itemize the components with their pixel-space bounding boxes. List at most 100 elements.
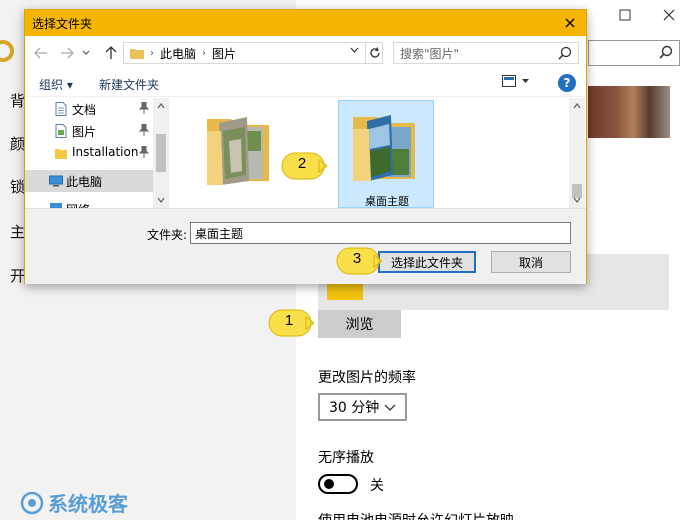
address-row: › 此电脑 › 图片 搜索"图片"	[25, 39, 586, 67]
organize-label: 组织 ▾	[39, 78, 73, 92]
scroll-up-icon	[157, 103, 165, 109]
up-button[interactable]	[101, 43, 121, 63]
pin-icon	[139, 124, 149, 136]
shuffle-toggle[interactable]	[318, 474, 358, 494]
cancel-button[interactable]: 取消	[491, 251, 571, 273]
address-bar[interactable]: › 此电脑 › 图片	[123, 42, 383, 64]
sidebar-item-start[interactable]: 开	[10, 265, 25, 286]
folder-icon	[130, 49, 144, 59]
photo-folder-icon	[353, 115, 415, 181]
arrow-left-icon	[34, 47, 47, 59]
close-icon	[663, 9, 675, 21]
nav-item-label: 网络	[66, 201, 90, 208]
folder-content-pane: 桌面主题	[169, 98, 586, 208]
nav-item-label: 此电脑	[66, 175, 103, 189]
picture-icon	[55, 124, 67, 138]
chevron-down-icon	[522, 78, 529, 83]
dialog-footer: 文件夹: 桌面主题 选择此文件夹 取消	[25, 208, 586, 284]
toggle-knob	[324, 479, 334, 489]
pin-icon	[139, 102, 149, 114]
nav-item-label: 文档	[72, 103, 97, 117]
shuffle-state: 关	[370, 478, 384, 494]
breadcrumb-pictures[interactable]: 图片	[212, 45, 236, 62]
folder-field-input[interactable]: 桌面主题	[190, 222, 571, 244]
folder-field-label: 文件夹:	[147, 228, 188, 242]
arrow-right-icon	[61, 47, 74, 59]
nav-item-network[interactable]: 网络	[25, 198, 169, 208]
view-icon	[502, 75, 516, 87]
content-scrollbar[interactable]	[569, 98, 585, 208]
sidebar-item-lockscreen[interactable]: 锁	[10, 176, 25, 197]
nav-item-pictures[interactable]: 图片	[25, 120, 169, 142]
chevron-down-icon	[350, 47, 358, 53]
album-thumbnail[interactable]	[327, 282, 363, 300]
forward-button[interactable]	[57, 43, 77, 63]
select-folder-button[interactable]: 选择此文件夹	[378, 251, 476, 273]
battery-slideshow-label: 使用电池电源时允许幻灯片放映	[318, 510, 514, 520]
callout-step-2: 2	[279, 151, 328, 181]
window-close-button[interactable]	[646, 0, 692, 30]
folder-field-value: 桌面主题	[195, 226, 244, 241]
nav-item-label: 图片	[72, 125, 97, 139]
nav-item-installation[interactable]: Installation	[25, 142, 169, 164]
chevron-down-icon	[384, 404, 396, 411]
callout-step-1: 1	[266, 308, 315, 338]
dialog-close-button[interactable]	[560, 13, 580, 33]
refresh-button[interactable]	[365, 42, 383, 64]
folder-search-input[interactable]: 搜索"图片"	[393, 42, 579, 64]
nav-item-documents[interactable]: 文档	[25, 98, 169, 120]
folder-icon	[55, 149, 67, 159]
frequency-value: 30 分钟	[329, 400, 380, 416]
computer-icon	[49, 175, 63, 187]
nav-item-label: Installation	[72, 145, 139, 159]
breadcrumb-this-pc[interactable]: 此电脑	[160, 45, 196, 62]
scroll-down-icon	[573, 197, 581, 203]
callout-number: 1	[284, 312, 294, 329]
browse-button[interactable]: 浏览	[318, 310, 401, 338]
pin-icon	[139, 146, 149, 158]
maximize-button[interactable]	[602, 0, 648, 30]
address-dropdown-button[interactable]	[347, 42, 361, 58]
search-icon	[558, 46, 572, 60]
scroll-down-icon	[157, 197, 165, 203]
watermark-text: 系统极客	[48, 492, 128, 516]
frequency-label: 更改图片的频率	[318, 370, 416, 386]
new-folder-label: 新建文件夹	[99, 78, 160, 92]
sidebar-item-background[interactable]: 背	[10, 90, 25, 111]
frequency-select[interactable]: 30 分钟	[318, 393, 407, 421]
navigation-pane: 文档 图片 Installation 此电脑 网络	[25, 98, 169, 208]
folder-tile-desktop-themes[interactable]: 桌面主题	[338, 100, 434, 208]
dialog-title: 选择文件夹	[32, 17, 93, 31]
view-options-button[interactable]	[502, 75, 529, 87]
search-placeholder: 搜索"图片"	[400, 46, 460, 61]
dialog-titlebar[interactable]: 选择文件夹	[25, 10, 586, 36]
maximize-icon	[619, 9, 631, 21]
organize-menu[interactable]: 组织 ▾	[39, 76, 73, 93]
help-button[interactable]: ?	[558, 74, 576, 92]
new-folder-button[interactable]: 新建文件夹	[99, 76, 159, 93]
callout-step-3: 3	[334, 246, 383, 276]
sidebar-item-themes[interactable]: 主	[10, 221, 25, 242]
nav-item-this-pc[interactable]: 此电脑	[25, 170, 153, 192]
callout-number: 2	[297, 155, 307, 172]
recent-dropdown-button[interactable]	[79, 43, 93, 63]
chevron-down-icon	[82, 50, 90, 55]
scrollbar-thumb[interactable]	[156, 134, 166, 172]
navigation-scrollbar[interactable]	[153, 98, 169, 208]
close-icon	[565, 18, 575, 28]
document-icon	[55, 102, 67, 116]
back-button[interactable]	[31, 43, 51, 63]
search-icon	[659, 45, 673, 59]
watermark: 系统极客	[20, 488, 128, 517]
sidebar-item-colors[interactable]: 颜	[10, 133, 25, 154]
select-folder-dialog: 选择文件夹 › 此电脑 › 图片 搜索"图片" 组织 ▾ 新建文件夹 ? 文档 …	[24, 9, 587, 284]
breadcrumb-separator-icon: ›	[150, 47, 154, 59]
settings-search-input[interactable]	[588, 40, 680, 66]
shuffle-label: 无序播放	[318, 450, 374, 466]
breadcrumb-separator-icon: ›	[202, 47, 207, 59]
refresh-icon	[369, 47, 380, 58]
callout-number: 3	[352, 250, 362, 267]
folder-name: 桌面主题	[365, 195, 409, 208]
watermark-logo-icon	[20, 491, 44, 514]
background-preview	[588, 86, 670, 138]
